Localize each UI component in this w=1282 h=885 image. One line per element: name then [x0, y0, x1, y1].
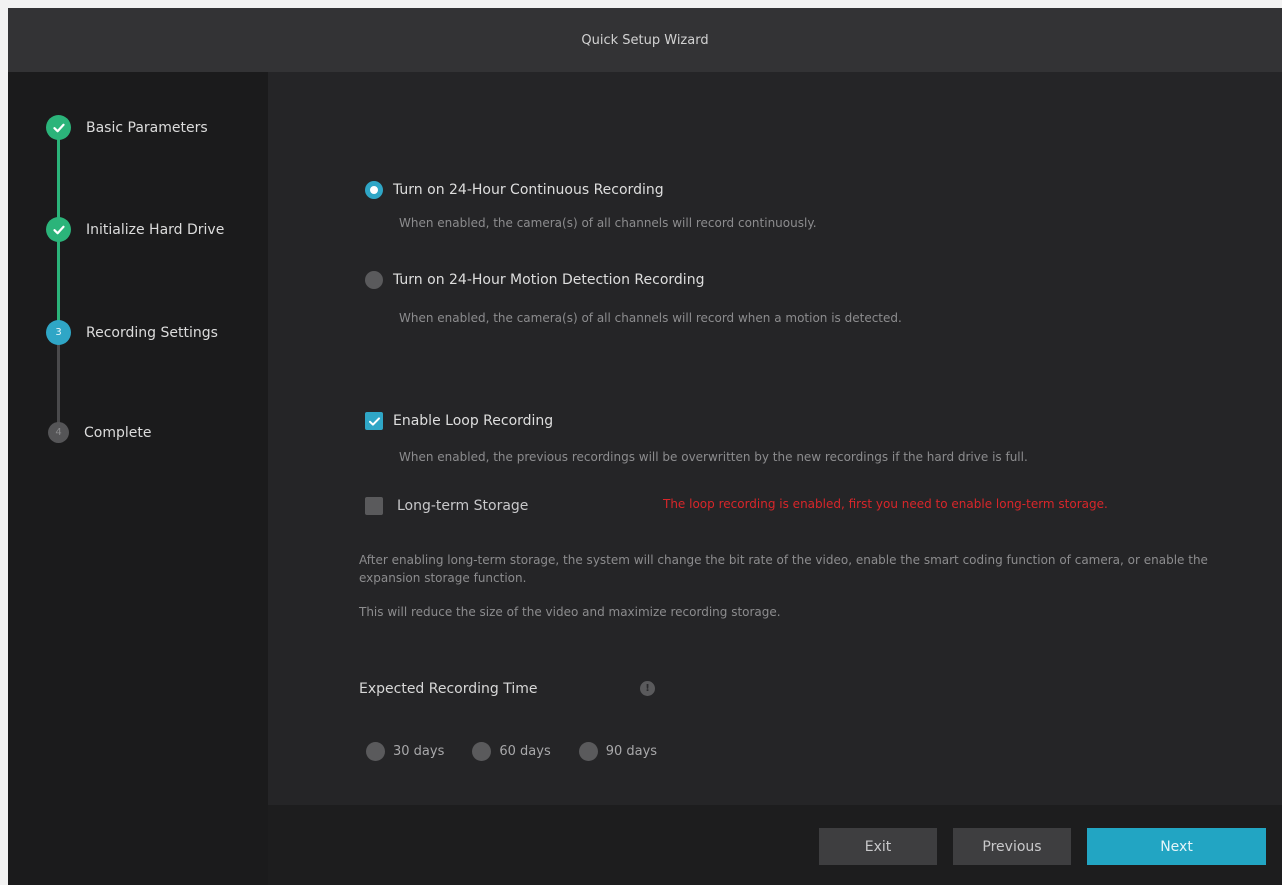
- motion-recording-desc: When enabled, the camera(s) of all chann…: [399, 311, 902, 325]
- days-option-90[interactable]: 90 days: [578, 742, 658, 761]
- days-option-30[interactable]: 30 days: [366, 742, 444, 761]
- step-connector-1: [57, 128, 60, 231]
- long-term-warning: The loop recording is enabled, first you…: [663, 497, 1108, 511]
- motion-recording-radio[interactable]: [365, 271, 383, 289]
- days-label: 90 days: [605, 744, 658, 759]
- step-connector-2: [57, 231, 60, 334]
- next-button[interactable]: Next: [1087, 828, 1266, 865]
- step-number-badge: 4: [48, 422, 69, 443]
- loop-recording-desc: When enabled, the previous recordings wi…: [399, 450, 1028, 464]
- motion-recording-option[interactable]: Turn on 24-Hour Motion Detection Recordi…: [365, 271, 704, 289]
- step-label: Recording Settings: [86, 324, 218, 341]
- step-initialize-hard-drive: Initialize Hard Drive: [46, 217, 224, 242]
- continuous-recording-radio[interactable]: [365, 181, 383, 199]
- quick-setup-wizard-window: Quick Setup Wizard Basic Parameters Init…: [8, 8, 1282, 885]
- step-label: Complete: [84, 424, 152, 441]
- long-term-note-1: After enabling long-term storage, the sy…: [359, 553, 1208, 585]
- recording-settings-panel: Turn on 24-Hour Continuous Recording Whe…: [268, 72, 1282, 805]
- previous-button[interactable]: Previous: [953, 828, 1071, 865]
- long-term-storage-option[interactable]: Long-term Storage: [365, 497, 528, 515]
- title-bar: Quick Setup Wizard: [8, 8, 1282, 72]
- long-term-storage-checkbox[interactable]: [365, 497, 383, 515]
- check-icon: [368, 416, 380, 426]
- steps-sidebar: Basic Parameters Initialize Hard Drive 3…: [8, 72, 268, 885]
- step-recording-settings: 3 Recording Settings: [46, 320, 218, 345]
- step-number-badge: 3: [46, 320, 71, 345]
- step-complete: 4 Complete: [46, 422, 151, 443]
- loop-recording-label: Enable Loop Recording: [393, 413, 554, 429]
- days-radio[interactable]: [472, 742, 492, 761]
- window-title: Quick Setup Wizard: [581, 32, 709, 48]
- loop-recording-checkbox[interactable]: [365, 412, 383, 430]
- days-radio[interactable]: [366, 742, 385, 761]
- loop-recording-option[interactable]: Enable Loop Recording: [365, 412, 553, 430]
- continuous-recording-option[interactable]: Turn on 24-Hour Continuous Recording: [365, 181, 664, 199]
- motion-recording-label: Turn on 24-Hour Motion Detection Recordi…: [393, 272, 705, 288]
- continuous-recording-desc: When enabled, the camera(s) of all chann…: [399, 216, 817, 230]
- step-connector-3: [57, 334, 60, 434]
- step-label: Basic Parameters: [86, 119, 208, 136]
- days-radio[interactable]: [578, 742, 598, 761]
- check-icon: [46, 217, 71, 242]
- check-icon: [46, 115, 71, 140]
- step-label: Initialize Hard Drive: [86, 221, 225, 238]
- expected-recording-time-label: Expected Recording Time: [359, 681, 538, 697]
- step-basic-parameters: Basic Parameters: [46, 115, 208, 140]
- continuous-recording-label: Turn on 24-Hour Continuous Recording: [393, 182, 664, 198]
- wizard-footer: Exit Previous Next: [268, 805, 1282, 885]
- info-icon[interactable]: !: [640, 681, 655, 696]
- days-label: 30 days: [393, 744, 445, 759]
- days-option-60[interactable]: 60 days: [472, 742, 551, 761]
- days-label: 60 days: [499, 744, 551, 759]
- long-term-note-2: This will reduce the size of the video a…: [359, 605, 781, 619]
- long-term-storage-label: Long-term Storage: [397, 498, 529, 514]
- expected-days-options: 30 days 60 days 90 days: [366, 742, 685, 761]
- exit-button[interactable]: Exit: [819, 828, 937, 865]
